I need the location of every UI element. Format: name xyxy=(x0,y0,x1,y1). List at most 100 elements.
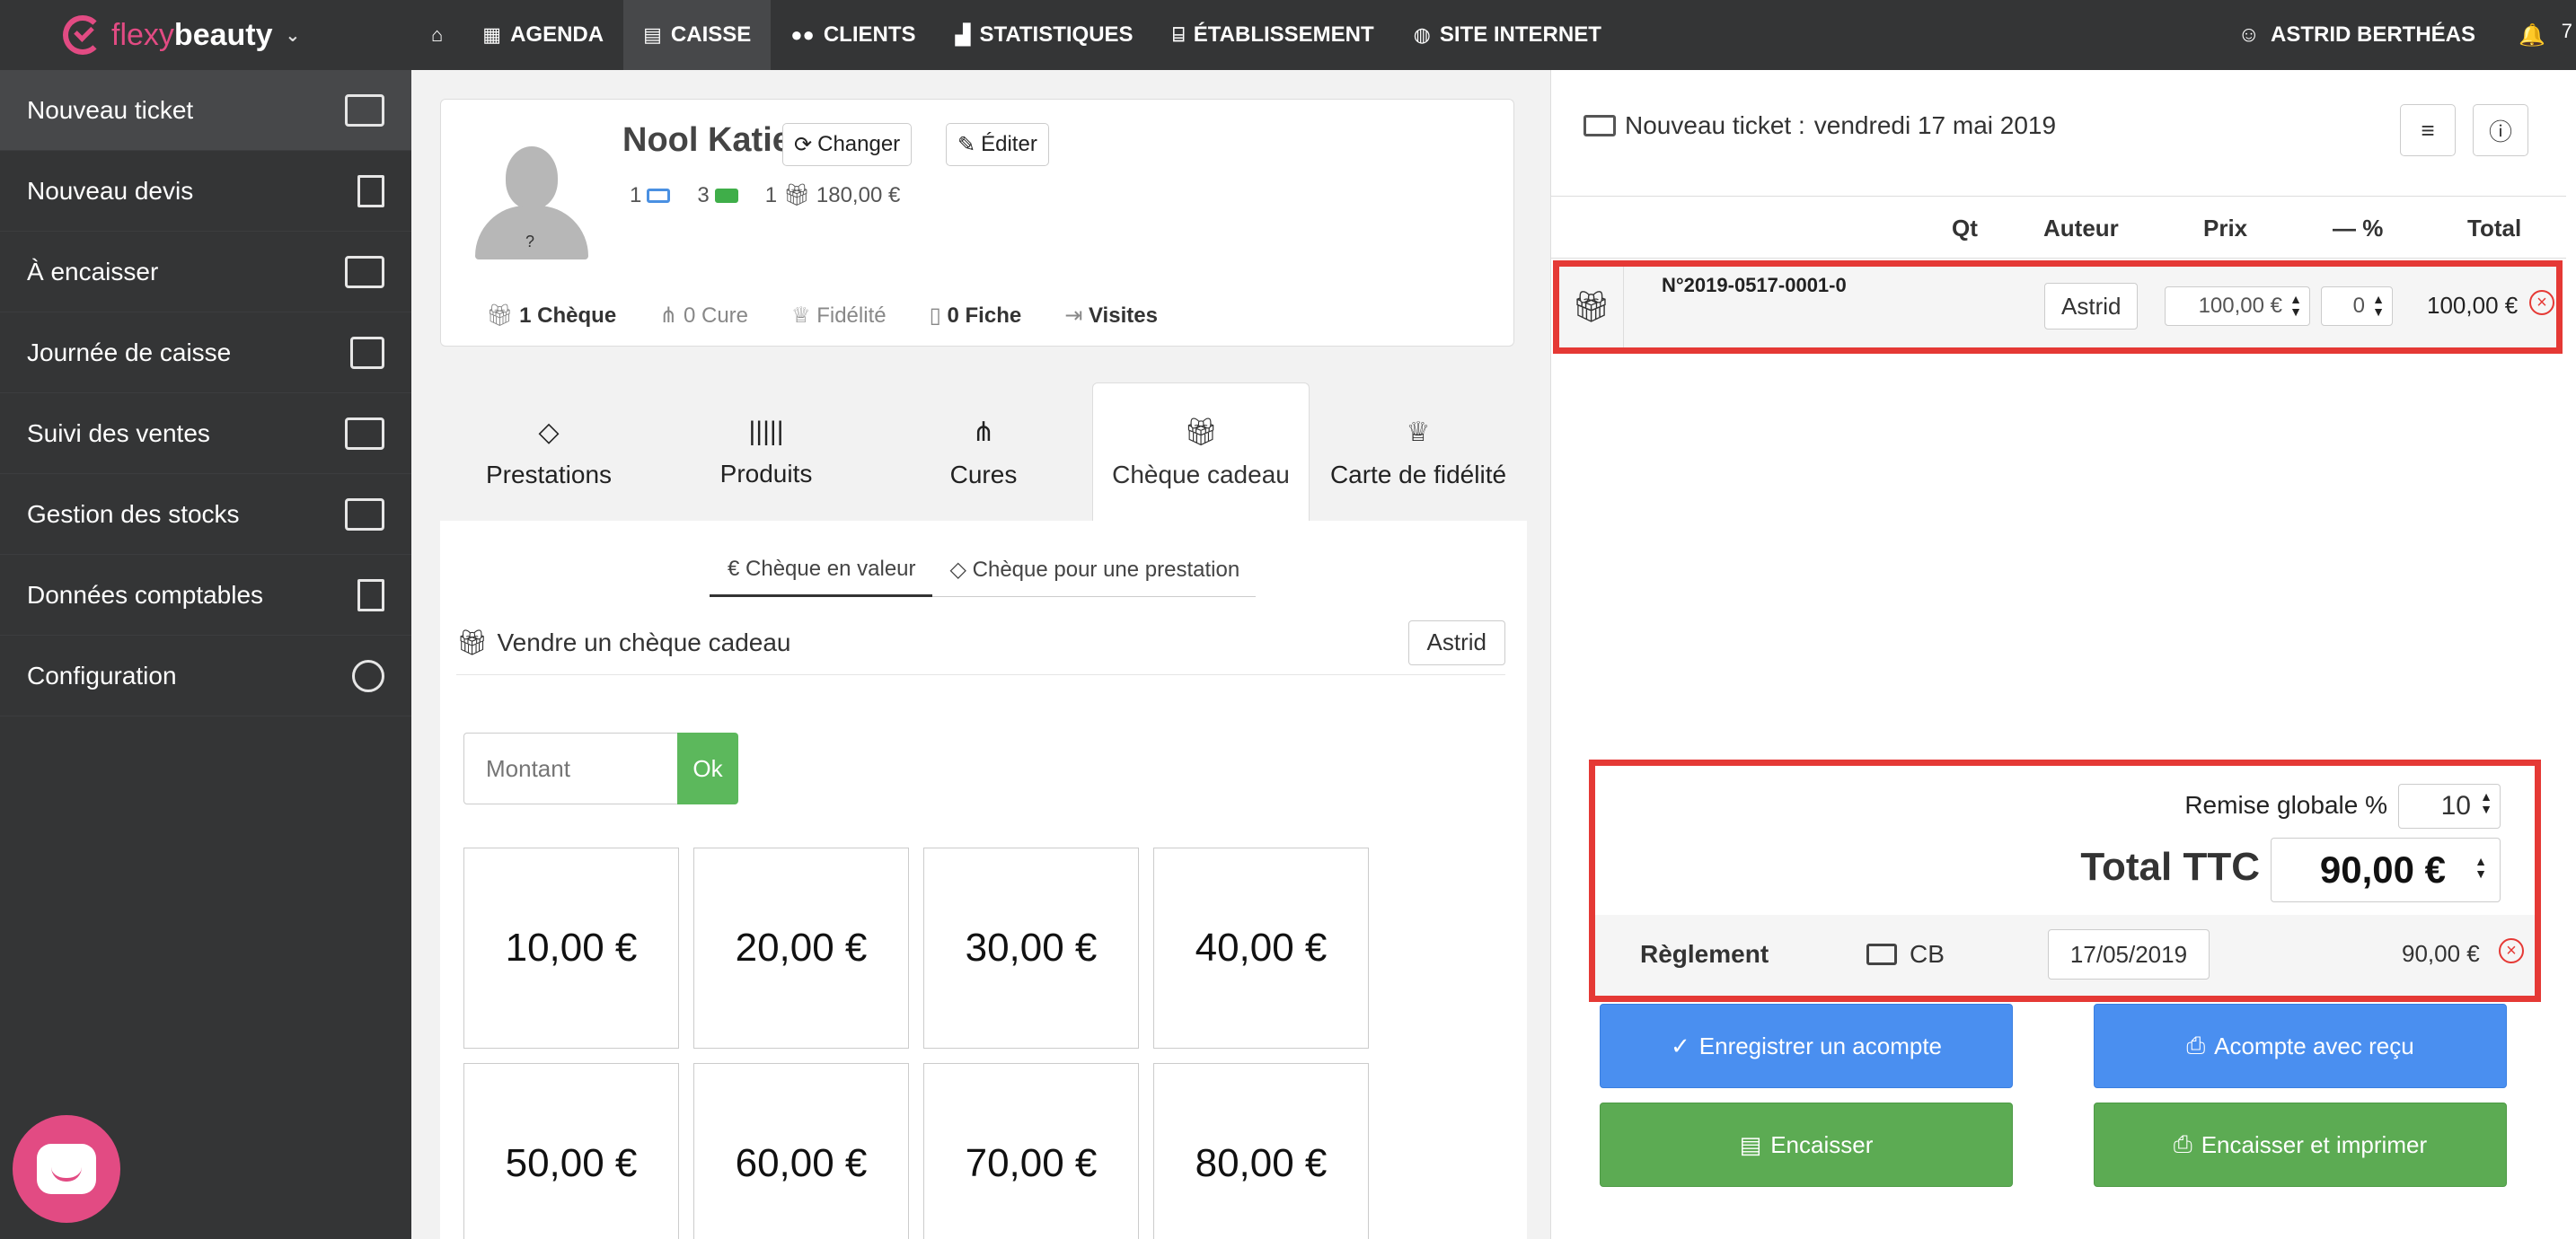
help-button[interactable]: ⓘ xyxy=(2473,104,2528,156)
amount-tile[interactable]: 40,00 € xyxy=(1153,848,1369,1049)
main-nav: ⌂ ▦ AGENDA ▤ CAISSE ●● CLIENTS ▟ STATISTIQUE… xyxy=(411,0,1621,70)
trophy-icon: ♕ xyxy=(1406,417,1431,447)
client-name: Nool Katie xyxy=(622,121,791,159)
amount-tile[interactable]: 30,00 € xyxy=(923,848,1139,1049)
tab-fiche[interactable]: ▯ 0 Fiche xyxy=(930,303,1022,329)
flexybeauty-logo-icon xyxy=(63,15,102,55)
subtab-cheque-en-valeur[interactable]: € Chèque en valeur xyxy=(710,557,932,597)
col-qt: Qt xyxy=(1952,215,1978,242)
ticket-green-icon xyxy=(714,189,738,204)
nav-label: STATISTIQUES xyxy=(979,22,1134,47)
tab-cure[interactable]: ⋔ 0 Cure xyxy=(659,303,748,329)
amount-tile[interactable]: 20,00 € xyxy=(693,848,909,1049)
sidebar-item-a-encaisser[interactable]: À encaisser xyxy=(0,232,411,312)
client-balance: 180,00 € xyxy=(816,183,901,207)
sidebar-item-journee-de-caisse[interactable]: Journée de caisse xyxy=(0,312,411,393)
sidebar-item-donnees-comptables[interactable]: Données comptables xyxy=(0,555,411,636)
product-tabs: ◇ Prestations ||||| Produits ⋔ Cures 🎁︎ Chèq… xyxy=(440,382,1527,523)
user-name: ASTRID BERTHÉAS xyxy=(2270,22,2475,47)
amount-input[interactable] xyxy=(463,733,679,804)
chat-support-button[interactable] xyxy=(13,1115,120,1223)
refresh-icon: ⟳ xyxy=(794,132,813,157)
tab-carte-de-fidelite[interactable]: ♕ Carte de fidélité xyxy=(1310,382,1527,523)
ticket-title: Nouveau ticket : xyxy=(1625,111,1805,139)
tab-prestations[interactable]: ◇ Prestations xyxy=(440,382,657,523)
sidebar-item-nouveau-ticket[interactable]: Nouveau ticket xyxy=(0,70,411,151)
sidebar-item-gestion-des-stocks[interactable]: Gestion des stocks xyxy=(0,474,411,555)
tab-cheque[interactable]: 🎁︎ 1 Chèque xyxy=(486,303,616,329)
sidebar-item-nouveau-devis[interactable]: Nouveau devis xyxy=(0,151,411,232)
tab-cheque-cadeau[interactable]: 🎁︎ Chèque cadeau xyxy=(1092,382,1310,523)
remove-payment-icon[interactable]: × xyxy=(2499,938,2524,963)
sidebar-item-label: Suivi des ventes xyxy=(27,418,210,447)
sign-in-icon: ⇥ xyxy=(1064,303,1083,328)
client-info-tabs: 🎁︎ 1 Chèque ⋔ 0 Cure ♕ Fidélité ▯ 0 Fich… xyxy=(486,303,1158,329)
remove-line-icon[interactable]: × xyxy=(2529,290,2554,315)
spinner-icon: ▲ ▼ xyxy=(2475,854,2487,881)
nav-site-internet[interactable]: ◍ SITE INTERNET xyxy=(1394,0,1621,70)
amount-tile[interactable]: 60,00 € xyxy=(693,1063,909,1239)
trophy-icon: ♕ xyxy=(791,303,811,328)
new-ticket-icon xyxy=(345,93,384,127)
menu-button[interactable]: ≡ xyxy=(2400,104,2456,156)
nav-label: ÉTABLISSEMENT xyxy=(1193,22,1374,47)
user-menu[interactable]: ☺ ASTRID BERTHÉAS xyxy=(2237,0,2475,70)
line-discount-stepper[interactable]: 0 ▲ ▼ xyxy=(2321,286,2393,326)
tab-fidelite[interactable]: ♕ Fidélité xyxy=(791,303,887,329)
register-deposit-button[interactable]: ✓ Enregistrer un acompte xyxy=(1600,1004,2013,1088)
gift-icon: 🎁︎ xyxy=(456,628,489,656)
client-counters: 1 3 1 🎁︎ 180,00 € xyxy=(630,182,901,208)
tab-produits[interactable]: ||||| Produits xyxy=(657,382,875,523)
sidebar-item-configuration[interactable]: Configuration xyxy=(0,636,411,716)
gift-author-button[interactable]: Astrid xyxy=(1407,620,1505,665)
nav-clients[interactable]: ●● CLIENTS xyxy=(771,0,935,70)
tab-visites[interactable]: ⇥ Visites xyxy=(1064,303,1158,329)
sidebar-item-label: Données comptables xyxy=(27,580,264,609)
pencil-icon: ✎ xyxy=(957,132,976,157)
credit-card-icon xyxy=(1866,944,1897,965)
ticket-header: Nouveau ticket : vendredi 17 mai 2019 xyxy=(1584,111,2056,140)
brand-logo[interactable]: flexy beauty ⌄ xyxy=(0,0,411,70)
gift-subtabs: € Chèque en valeur ◇ Chèque pour une pre… xyxy=(710,557,1257,597)
nav-etablissement[interactable]: ⌸ ÉTABLISSEMENT xyxy=(1153,0,1394,70)
amount-tile[interactable]: 50,00 € xyxy=(463,1063,679,1239)
amount-ok-button[interactable]: Ok xyxy=(677,733,738,804)
line-author-button[interactable]: Astrid xyxy=(2044,283,2139,330)
tab-cures[interactable]: ⋔ Cures xyxy=(875,382,1092,523)
amount-tile[interactable]: 70,00 € xyxy=(923,1063,1139,1239)
nav-caisse[interactable]: ▤ CAISSE xyxy=(623,0,772,70)
payment-mode[interactable]: CB xyxy=(1866,940,1945,969)
edit-client-button[interactable]: ✎ Éditer xyxy=(946,123,1049,166)
subtab-cheque-prestation[interactable]: ◇ Chèque pour une prestation xyxy=(931,557,1257,597)
globe-icon: ◍ xyxy=(1413,23,1431,46)
gift-card-line-icon: 🎁︎ xyxy=(1559,267,1624,347)
change-client-button[interactable]: ⟳ Changer xyxy=(782,123,913,166)
gears-icon xyxy=(352,659,384,692)
top-navigation-bar: flexy beauty ⌄ ⌂ ▦ AGENDA ▤ CAISSE ●● CLIENT… xyxy=(0,0,2576,70)
deposit-with-receipt-button[interactable]: ⎙ Acompte avec reçu xyxy=(2094,1004,2507,1088)
spinner-icon: ▲ ▼ xyxy=(2372,292,2385,319)
global-discount-stepper[interactable]: 10 ▲ ▼ xyxy=(2398,784,2501,829)
amount-tile[interactable]: 10,00 € xyxy=(463,848,679,1049)
gift-icon: 🎁︎ xyxy=(782,183,811,207)
total-ttc-field[interactable]: 90,00 € ▲ ▼ xyxy=(2271,838,2501,902)
nav-label: AGENDA xyxy=(510,22,604,47)
calendar-euro-icon xyxy=(350,336,384,369)
line-price-stepper[interactable]: 100,00 € ▲ ▼ xyxy=(2165,286,2310,326)
spinner-icon: ▲ ▼ xyxy=(2480,789,2492,816)
ticket-panel: Nouveau ticket : vendredi 17 mai 2019 ≡ … xyxy=(1550,70,2576,1239)
bell-icon[interactable]: 🔔 xyxy=(2519,0,2545,70)
nav-agenda[interactable]: ▦ AGENDA xyxy=(463,0,623,70)
cash-in-and-print-button[interactable]: ⎙ Encaisser et imprimer xyxy=(2094,1103,2507,1187)
payment-date-input[interactable]: 17/05/2019 xyxy=(2048,929,2210,980)
euro-icon: € xyxy=(728,557,740,581)
print-icon: ⎙ xyxy=(2173,1130,2192,1157)
home-icon: ⌂ xyxy=(431,23,444,46)
calendar-icon: ▦ xyxy=(482,23,502,46)
sidebar-item-label: Nouveau devis xyxy=(27,176,194,205)
cash-in-button[interactable]: ▤ Encaisser xyxy=(1600,1103,2013,1187)
amount-tile[interactable]: 80,00 € xyxy=(1153,1063,1369,1239)
nav-statistiques[interactable]: ▟ STATISTIQUES xyxy=(936,0,1153,70)
sidebar-item-suivi-des-ventes[interactable]: Suivi des ventes xyxy=(0,393,411,474)
nav-home[interactable]: ⌂ xyxy=(411,0,463,70)
